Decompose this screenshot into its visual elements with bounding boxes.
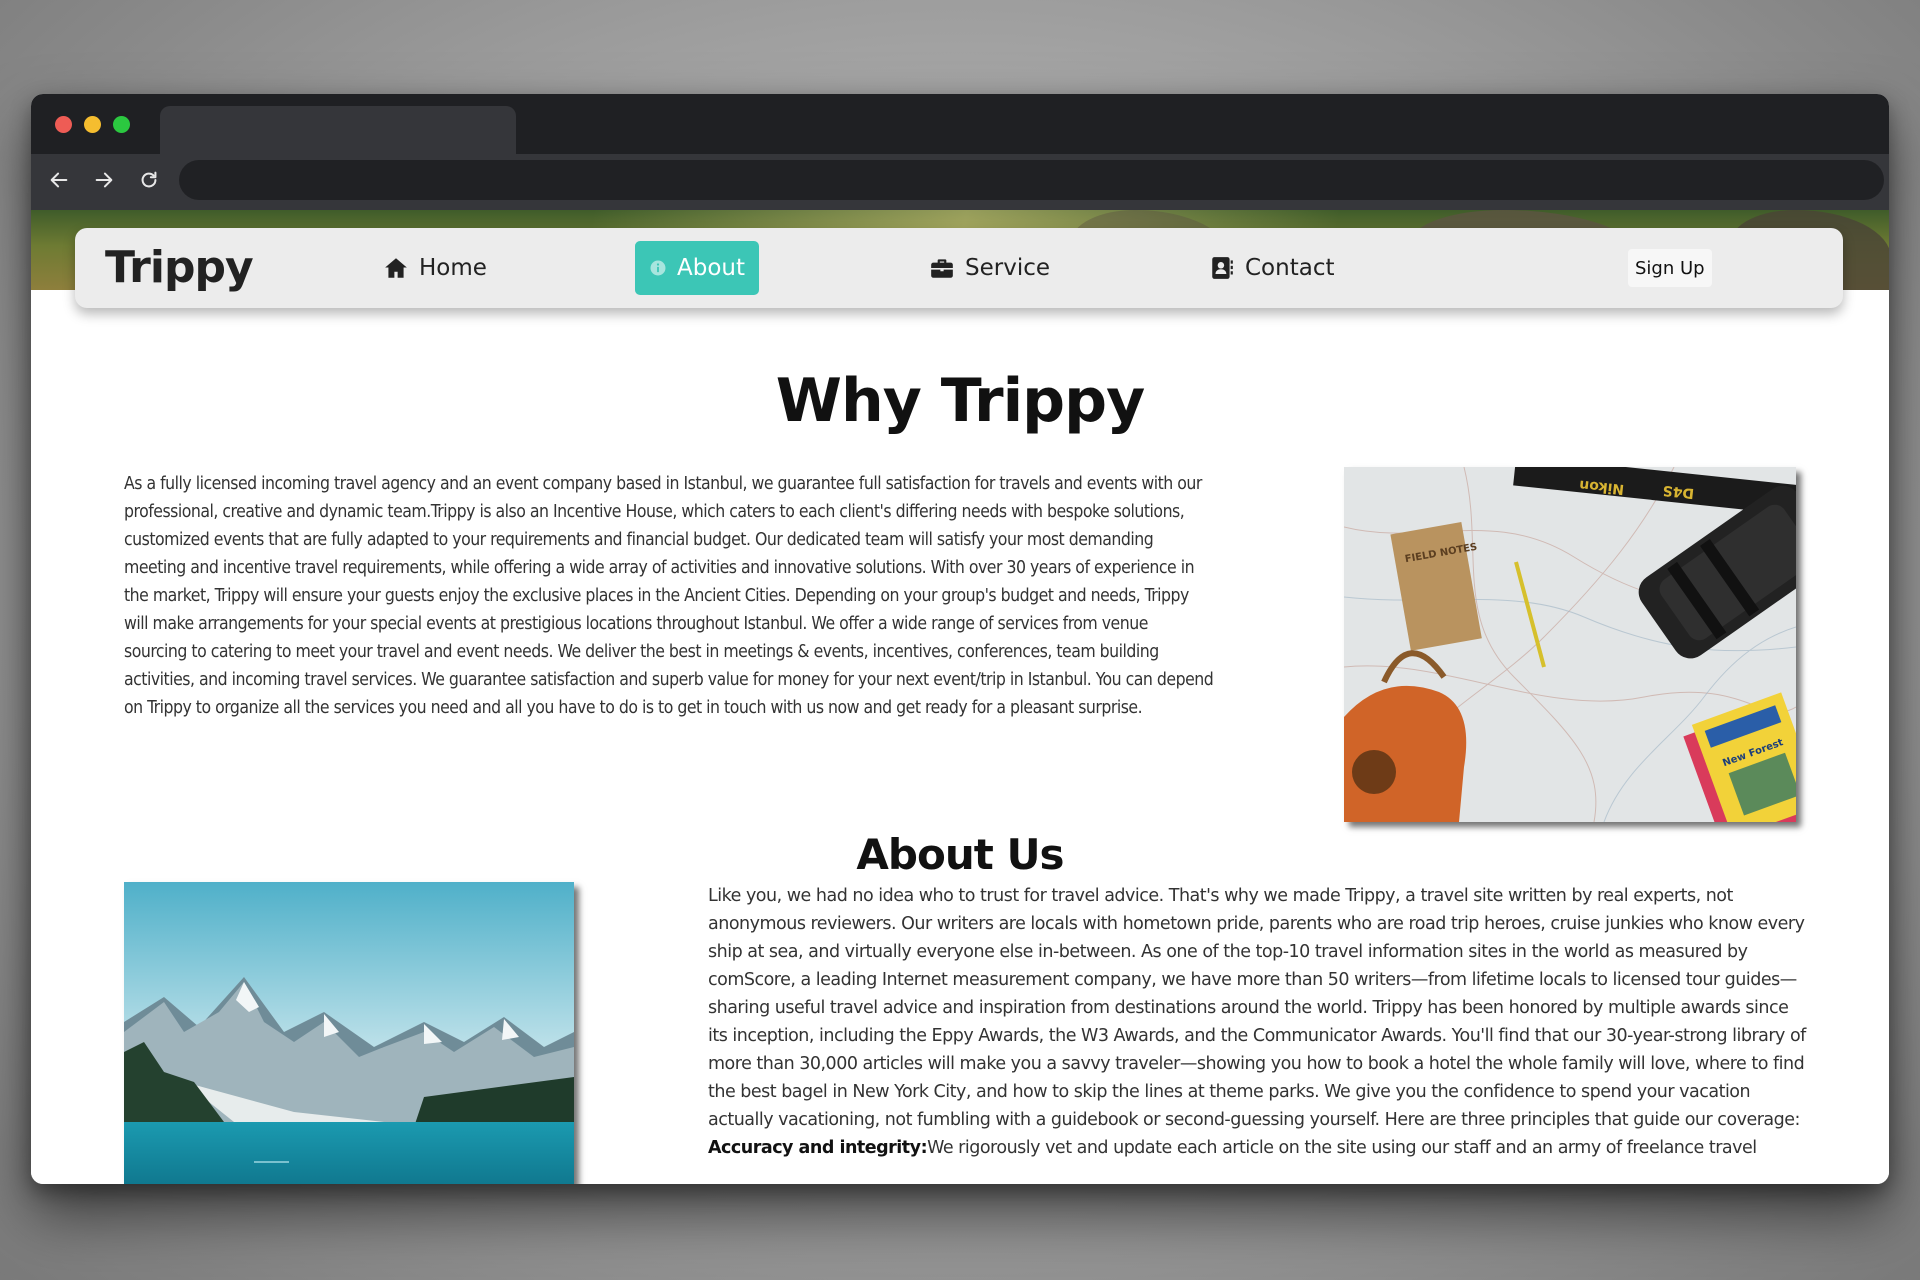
about-us-heading: About Us	[856, 830, 1064, 879]
about-us-paragraph: Like you, we had no idea who to trust fo…	[708, 886, 1806, 1130]
nav-contact[interactable]: Contact	[1195, 241, 1348, 295]
about-us-text: Like you, we had no idea who to trust fo…	[708, 882, 1808, 1162]
home-icon	[385, 258, 407, 278]
principle-title: Accuracy and integrity:	[708, 1138, 928, 1158]
nav-service-label: Service	[965, 255, 1051, 281]
contact-card-icon	[1212, 257, 1233, 279]
camera-model-text: D4S	[1662, 482, 1695, 501]
info-circle-icon	[650, 260, 666, 276]
browser-window: Trippy Home About Service Contact Sign U…	[31, 94, 1889, 1184]
brand-logo[interactable]: Trippy	[105, 242, 254, 293]
principle-item: Accuracy and integrity:We rigorously vet…	[708, 1134, 1808, 1162]
forward-arrow-icon[interactable]	[86, 162, 122, 198]
main-navbar: Trippy Home About Service Contact Sign U…	[75, 228, 1843, 308]
minimize-window-button[interactable]	[84, 116, 101, 133]
browser-tab[interactable]	[160, 106, 516, 154]
why-trippy-paragraph: As a fully licensed incoming travel agen…	[124, 474, 1214, 718]
principle-text: We rigorously vet and update each articl…	[927, 1138, 1757, 1158]
nav-contact-label: Contact	[1245, 255, 1335, 281]
nav-home[interactable]: Home	[369, 241, 501, 295]
why-trippy-heading: Why Trippy	[775, 366, 1145, 436]
reload-icon[interactable]	[131, 162, 167, 198]
address-bar[interactable]	[179, 160, 1884, 200]
nav-about[interactable]: About	[635, 241, 759, 295]
back-arrow-icon[interactable]	[41, 162, 77, 198]
browser-titlebar	[31, 94, 1889, 154]
nav-service[interactable]: Service	[915, 241, 1064, 295]
travel-flatlay-image: Nikon D4S FIELD NOTES New Forest	[1344, 467, 1796, 822]
close-window-button[interactable]	[55, 116, 72, 133]
nav-about-label: About	[676, 255, 745, 281]
mountain-lake-image	[124, 882, 574, 1184]
browser-toolbar	[31, 154, 1889, 210]
web-page: Trippy Home About Service Contact Sign U…	[31, 210, 1889, 1184]
maximize-window-button[interactable]	[113, 116, 130, 133]
nav-home-label: Home	[419, 255, 487, 281]
briefcase-icon	[931, 259, 953, 278]
sign-up-button[interactable]: Sign Up	[1628, 249, 1712, 287]
